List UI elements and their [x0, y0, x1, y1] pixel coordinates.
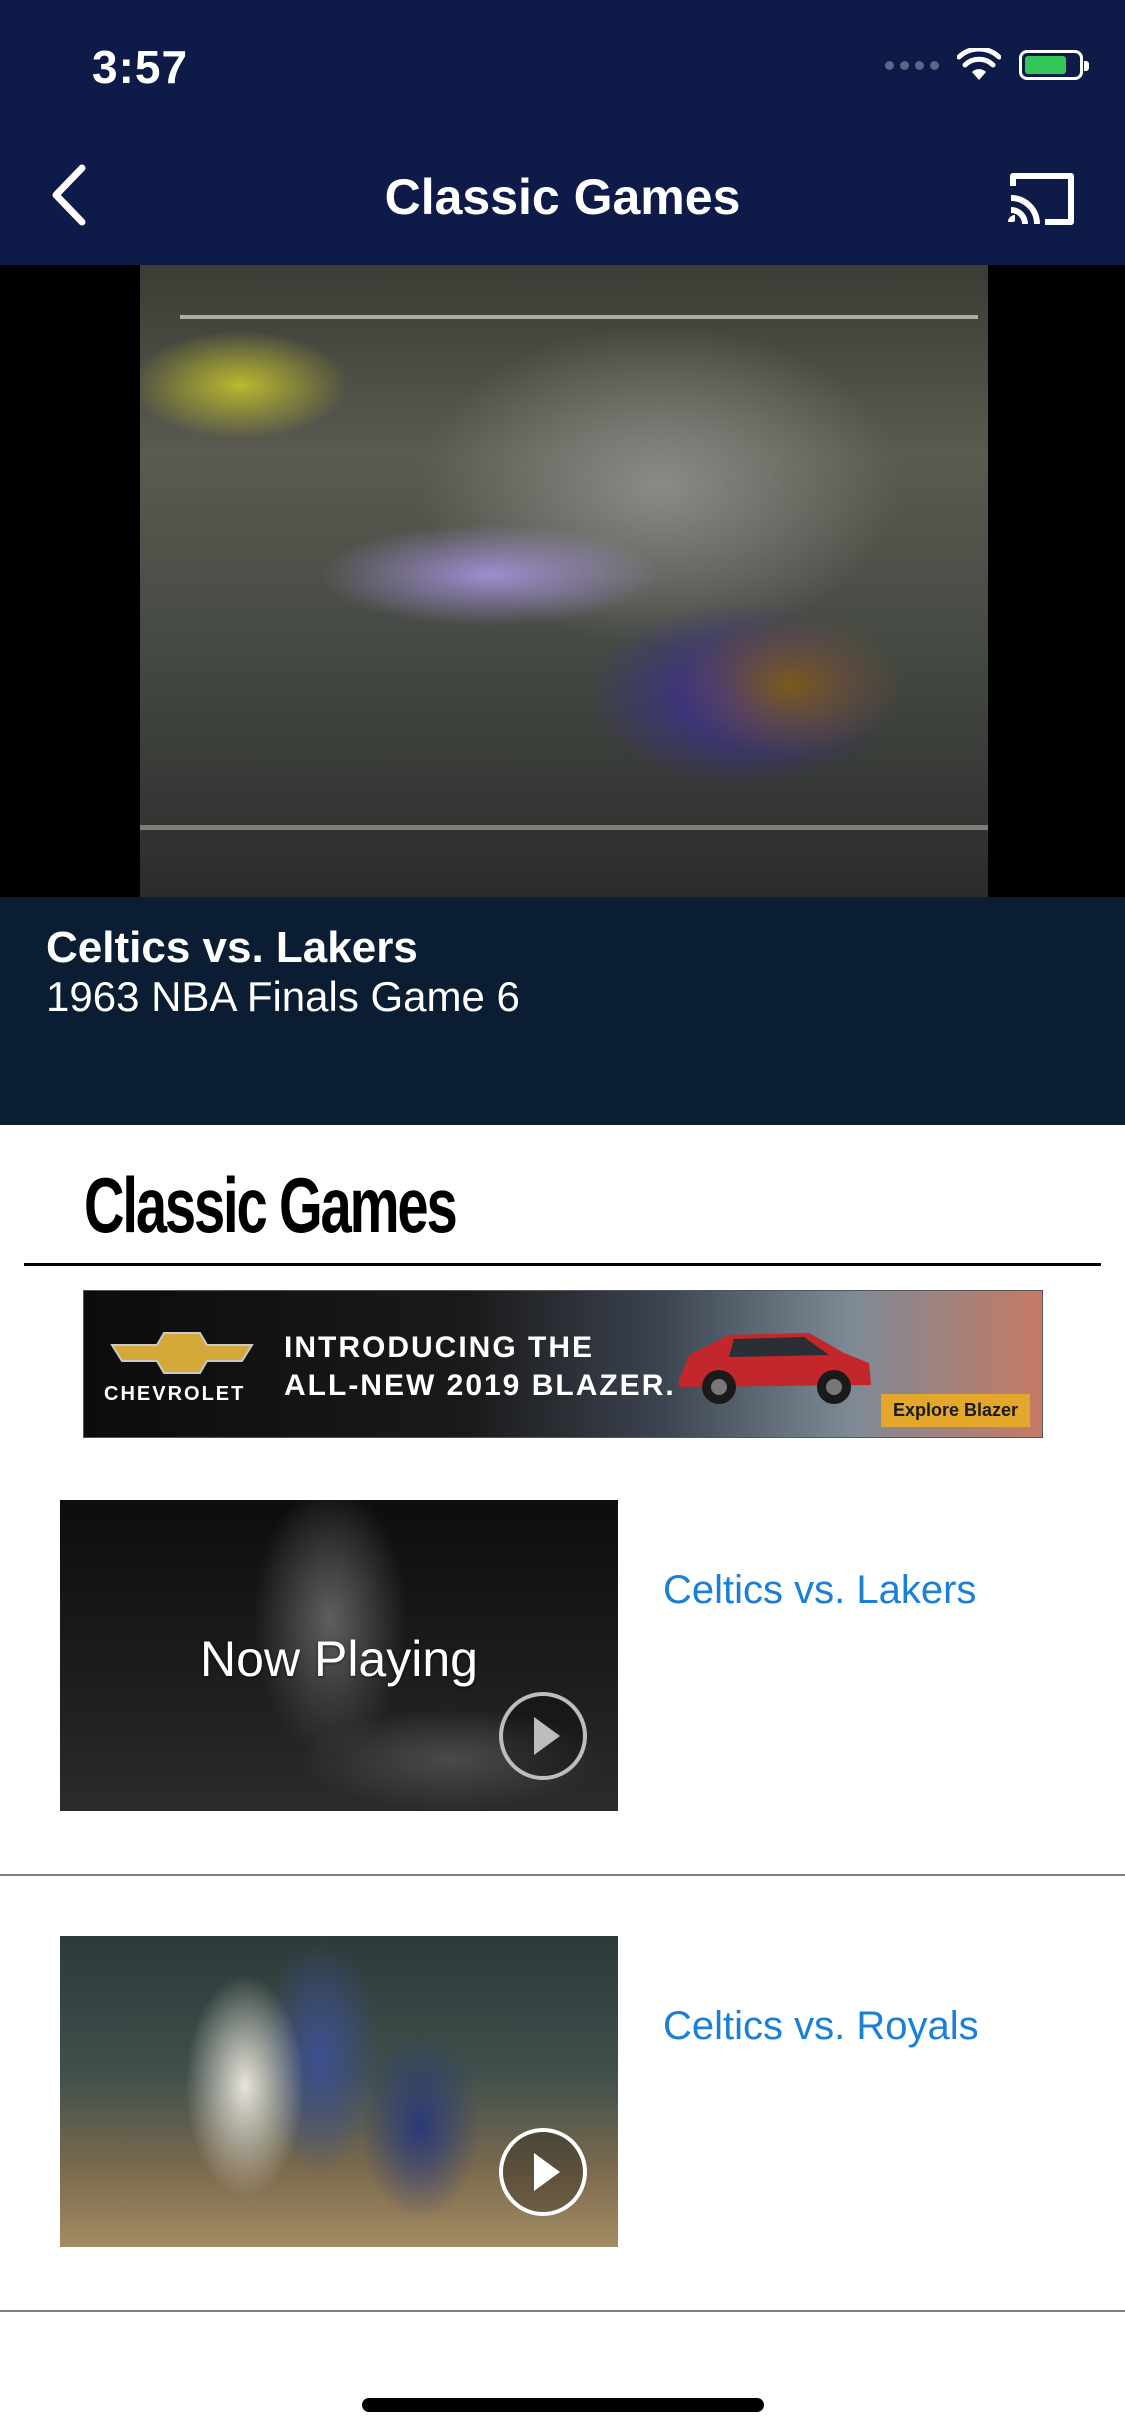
now-playing-label: Now Playing — [200, 1631, 478, 1687]
ad-headline: INTRODUCING THE ALL-NEW 2019 BLAZER. — [284, 1329, 676, 1405]
ad-brand: CHEVROLET — [104, 1383, 246, 1405]
chevrolet-logo — [110, 1332, 254, 1374]
now-playing-title: Celtics vs. Lakers — [46, 923, 418, 972]
list-item[interactable]: Now Playing Celtics vs. Lakers — [0, 1440, 1125, 1876]
signal-icon — [885, 60, 939, 70]
game-thumbnail[interactable] — [60, 1936, 618, 2247]
ad-headline-line2: ALL-NEW 2019 BLAZER. — [284, 1369, 676, 1402]
game-title[interactable]: Celtics vs. Royals — [663, 2004, 979, 2049]
now-playing-subtitle: 1963 NBA Finals Game 6 — [46, 973, 520, 1020]
home-indicator[interactable] — [362, 2398, 764, 2412]
play-icon[interactable] — [498, 1691, 588, 1781]
status-icons — [885, 48, 1089, 82]
car-image — [679, 1333, 871, 1404]
page-title: Classic Games — [384, 169, 741, 225]
section-divider — [24, 1263, 1101, 1266]
cast-icon — [1008, 173, 1074, 225]
list-divider — [0, 2310, 1125, 2312]
now-playing-info: Celtics vs. Lakers 1963 NBA Finals Game … — [0, 897, 1125, 1125]
video-frame[interactable] — [140, 265, 988, 897]
app-header: 3:57 Classic Games — [0, 0, 1125, 265]
ad-cta-button[interactable]: Explore Blazer — [880, 1394, 1030, 1427]
battery-icon — [1019, 50, 1089, 80]
list-item[interactable]: Celtics vs. Royals — [0, 1876, 1125, 2312]
wifi-icon — [957, 48, 1001, 80]
game-thumbnail[interactable]: Now Playing — [60, 1500, 618, 1811]
ad-banner[interactable]: CHEVROLET INTRODUCING THE ALL-NEW 2019 B… — [83, 1290, 1043, 1438]
status-time: 3:57 — [92, 41, 189, 93]
video-player[interactable] — [0, 265, 1125, 897]
cast-button[interactable] — [1005, 168, 1077, 228]
section-title: Classic Games — [84, 1161, 458, 1249]
ad-headline-line1: INTRODUCING THE — [284, 1331, 594, 1364]
play-icon[interactable] — [498, 2127, 588, 2217]
game-title[interactable]: Celtics vs. Lakers — [663, 1568, 976, 1613]
